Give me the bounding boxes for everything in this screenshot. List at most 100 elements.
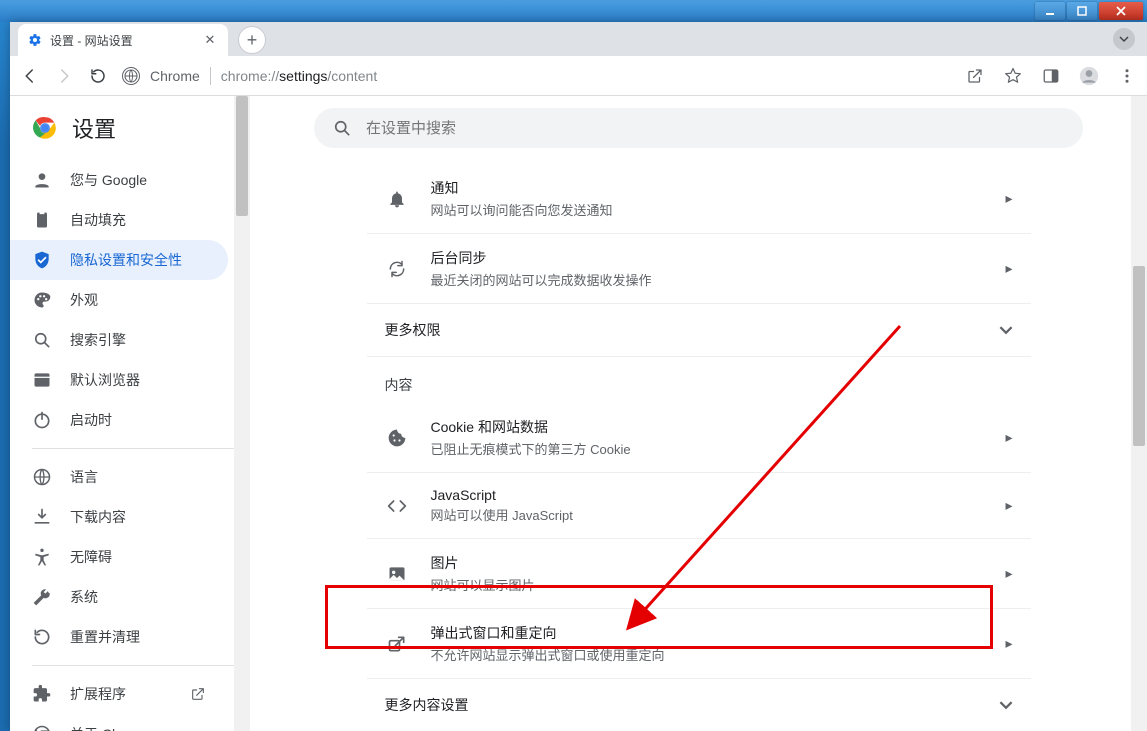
sidebar-item-system[interactable]: 系统 [10, 577, 228, 617]
url-path: /content [327, 68, 377, 84]
row-popups[interactable]: 弹出式窗口和重定向 不允许网站显示弹出式窗口或使用重定向 ▸ [367, 609, 1031, 679]
window-maximize-button[interactable] [1067, 2, 1097, 20]
forward-button[interactable] [54, 66, 74, 86]
sidebar-item-search-engine[interactable]: 搜索引擎 [10, 320, 228, 360]
chevron-down-icon [999, 698, 1013, 712]
kebab-menu-icon[interactable] [1117, 66, 1137, 86]
row-title: 后台同步 [431, 248, 1006, 268]
sidebar-item-about[interactable]: 关于 Chrome [10, 714, 228, 731]
row-images[interactable]: 图片 网站可以显示图片 ▸ [367, 539, 1031, 609]
tab-list-dropdown[interactable] [1113, 28, 1135, 50]
nav-label: 语言 [70, 467, 98, 487]
search-input[interactable] [366, 120, 1065, 137]
nav-label: 搜索引擎 [70, 330, 126, 350]
nav-label: 重置并清理 [70, 627, 140, 647]
scrollbar-thumb[interactable] [1133, 266, 1145, 446]
profile-avatar[interactable] [1079, 66, 1099, 86]
url-scheme: chrome:// [221, 68, 279, 84]
shield-icon [32, 250, 52, 270]
window-titlebar [0, 0, 1147, 22]
settings-title: 设置 [72, 112, 116, 144]
row-title: 通知 [431, 178, 1006, 198]
window-close-button[interactable] [1099, 2, 1143, 20]
nav-label: 扩展程序 [70, 684, 126, 704]
row-title: 弹出式窗口和重定向 [431, 623, 1006, 643]
search-icon [332, 118, 352, 138]
browser-window: 设置 - 网站设置 ✕ + Chrome chrome://settings/c… [10, 22, 1147, 731]
chevron-right-icon: ▸ [1005, 190, 1012, 207]
puzzle-icon [32, 684, 52, 704]
divider [32, 665, 250, 666]
content-settings-panel: 通知 网站可以询问能否向您发送通知 ▸ 后台同步 最近关闭的网站可以完成数据收发… [359, 164, 1039, 731]
sidebar-item-downloads[interactable]: 下载内容 [10, 497, 228, 537]
tab-title: 设置 - 网站设置 [50, 32, 133, 49]
share-icon[interactable] [965, 66, 985, 86]
row-background-sync[interactable]: 后台同步 最近关闭的网站可以完成数据收发操作 ▸ [367, 234, 1031, 304]
row-desc: 网站可以使用 JavaScript [431, 505, 1006, 524]
side-panel-icon[interactable] [1041, 66, 1061, 86]
palette-icon [32, 290, 52, 310]
nav-label: 外观 [70, 290, 98, 310]
row-cookies[interactable]: Cookie 和网站数据 已阻止无痕模式下的第三方 Cookie ▸ [367, 403, 1031, 473]
image-icon [385, 562, 409, 586]
tab-strip: 设置 - 网站设置 ✕ + [10, 22, 1147, 56]
row-title: JavaScript [431, 487, 1006, 503]
sidebar-scrollbar[interactable] [234, 96, 250, 731]
sidebar-item-default-browser[interactable]: 默认浏览器 [10, 360, 228, 400]
browser-toolbar: Chrome chrome://settings/content [10, 56, 1147, 96]
site-info-icon[interactable] [122, 67, 140, 85]
bookmark-icon[interactable] [1003, 66, 1023, 86]
nav-label: 下载内容 [70, 507, 126, 527]
row-desc: 已阻止无痕模式下的第三方 Cookie [431, 439, 1006, 458]
row-desc: 网站可以询问能否向您发送通知 [431, 200, 1006, 219]
main-scrollbar[interactable] [1131, 96, 1147, 731]
row-title: Cookie 和网站数据 [431, 417, 1006, 437]
url-label: Chrome [150, 68, 200, 84]
chrome-icon [32, 724, 52, 731]
new-tab-button[interactable]: + [238, 26, 266, 54]
power-icon [32, 410, 52, 430]
reload-button[interactable] [88, 66, 108, 86]
nav-label: 关于 Chrome [70, 724, 152, 731]
sidebar-item-accessibility[interactable]: 无障碍 [10, 537, 228, 577]
nav-label: 自动填充 [70, 210, 126, 230]
accessibility-icon [32, 547, 52, 567]
expander-label: 更多内容设置 [385, 695, 999, 715]
nav-label: 您与 Google [70, 170, 147, 190]
download-icon [32, 507, 52, 527]
sidebar-item-reset[interactable]: 重置并清理 [10, 617, 228, 657]
expander-more-content[interactable]: 更多内容设置 [367, 679, 1031, 731]
scrollbar-thumb[interactable] [236, 96, 248, 216]
chevron-right-icon: ▸ [1005, 497, 1012, 514]
tab-close-button[interactable]: ✕ [202, 32, 218, 48]
address-bar[interactable]: Chrome chrome://settings/content [122, 61, 951, 91]
settings-page: 设置 您与 Google 自动填充 隐私设置和安全性 外观 [10, 96, 1147, 731]
settings-main: 通知 网站可以询问能否向您发送通知 ▸ 后台同步 最近关闭的网站可以完成数据收发… [250, 96, 1147, 731]
row-notifications[interactable]: 通知 网站可以询问能否向您发送通知 ▸ [367, 164, 1031, 234]
nav-label: 启动时 [70, 410, 112, 430]
sidebar-item-extensions[interactable]: 扩展程序 [10, 674, 228, 714]
sync-icon [385, 257, 409, 281]
expander-more-permissions[interactable]: 更多权限 [367, 304, 1031, 357]
sidebar-item-autofill[interactable]: 自动填充 [10, 200, 228, 240]
row-desc: 网站可以显示图片 [431, 575, 1006, 594]
sidebar-item-you-google[interactable]: 您与 Google [10, 160, 228, 200]
wrench-icon [32, 587, 52, 607]
sidebar-item-on-startup[interactable]: 启动时 [10, 400, 228, 440]
window-minimize-button[interactable] [1035, 2, 1065, 20]
gear-icon [28, 33, 42, 47]
back-button[interactable] [20, 66, 40, 86]
browser-tab[interactable]: 设置 - 网站设置 ✕ [18, 24, 228, 56]
restore-icon [32, 627, 52, 647]
open-external-icon [190, 686, 206, 702]
sidebar-item-appearance[interactable]: 外观 [10, 280, 228, 320]
person-icon [32, 170, 52, 190]
browser-icon [32, 370, 52, 390]
row-javascript[interactable]: JavaScript 网站可以使用 JavaScript ▸ [367, 473, 1031, 539]
sidebar-item-languages[interactable]: 语言 [10, 457, 228, 497]
sidebar-item-privacy[interactable]: 隐私设置和安全性 [10, 240, 228, 280]
row-desc: 不允许网站显示弹出式窗口或使用重定向 [431, 645, 1006, 664]
nav-label: 默认浏览器 [70, 370, 140, 390]
settings-search[interactable] [314, 108, 1083, 148]
clipboard-icon [32, 210, 52, 230]
